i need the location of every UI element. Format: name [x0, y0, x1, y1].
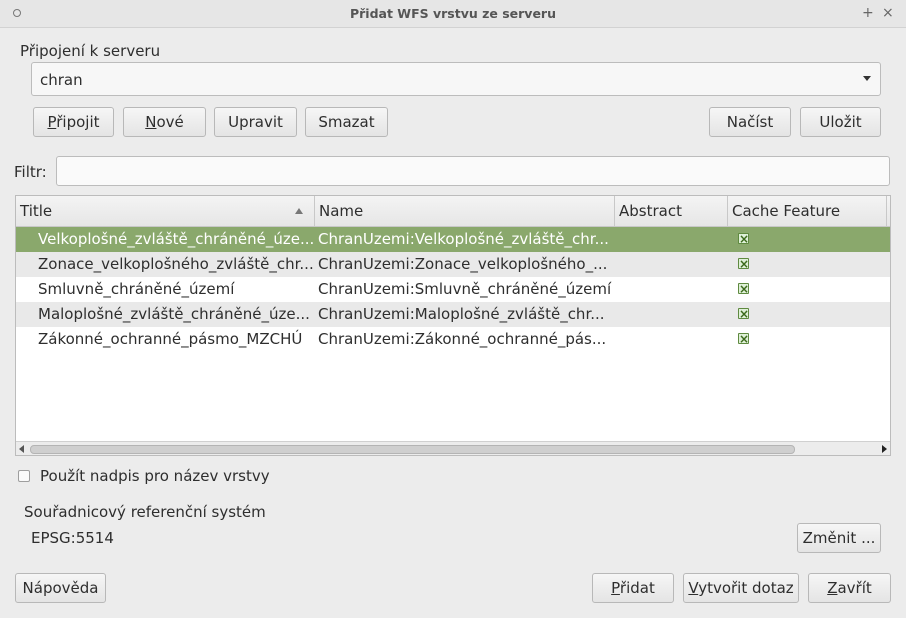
connect-button[interactable]: Připojit [33, 107, 114, 137]
cell-name: ChranUzemi:Maloplošné_zvláště_chr... [318, 305, 605, 323]
title-bar: Přidat WFS vrstvu ze serveru + × [0, 0, 906, 28]
cache-feature-checkbox[interactable] [738, 277, 749, 302]
cell-title: Zákonné_ochranné_pásmo_MZCHÚ [38, 330, 303, 348]
close-button[interactable]: Zavřít [808, 573, 891, 603]
maximize-icon[interactable]: + [862, 5, 874, 21]
crs-label: Souřadnicový referenční systém [24, 503, 266, 521]
column-header-cache-feature[interactable]: Cache Feature [728, 196, 887, 226]
use-title-checkbox[interactable] [18, 470, 30, 482]
connection-select-value: chran [40, 71, 83, 89]
use-title-label[interactable]: Použít nadpis pro název vrstvy [40, 467, 270, 485]
chevron-down-icon [863, 76, 871, 81]
horizontal-scrollbar[interactable] [16, 441, 890, 455]
cell-name: ChranUzemi:Zákonné_ochranné_pás... [318, 330, 607, 348]
connection-label: Připojení k serveru [20, 42, 161, 60]
layers-table[interactable]: Title Name Abstract Cache Feature Velkop… [15, 195, 891, 456]
close-icon[interactable]: × [882, 5, 894, 21]
filter-label: Filtr: [14, 163, 47, 181]
cell-name: ChranUzemi:Smluvně_chráněné_území [318, 280, 612, 298]
cell-title: Maloplošné_zvláště_chráněné_úze... [38, 305, 310, 323]
cell-name: ChranUzemi:Velkoplošné_zvláště_chr... [318, 230, 609, 248]
add-button[interactable]: Přidat [592, 573, 674, 603]
table-row[interactable]: Zonace_velkoplošného_zvláště_chr... Chra… [16, 252, 890, 277]
load-connections-button[interactable]: Načíst [709, 107, 791, 137]
sort-ascending-icon [295, 208, 303, 214]
cache-feature-checkbox[interactable] [738, 252, 749, 277]
table-row[interactable]: Smluvně_chráněné_území ChranUzemi:Smluvn… [16, 277, 890, 302]
cell-name: ChranUzemi:Zonace_velkoplošného_... [318, 255, 608, 273]
scrollbar-thumb[interactable] [30, 445, 795, 454]
table-row[interactable]: Zákonné_ochranné_pásmo_MZCHÚ ChranUzemi:… [16, 327, 890, 352]
scroll-left-icon[interactable] [19, 445, 24, 453]
help-button[interactable]: Nápověda [15, 573, 106, 603]
cache-feature-checkbox[interactable] [738, 227, 749, 252]
cache-feature-checkbox[interactable] [738, 302, 749, 327]
change-crs-button[interactable]: Změnit ... [797, 523, 881, 553]
cell-title: Smluvně_chráněné_území [38, 280, 235, 298]
filter-input[interactable] [56, 156, 890, 186]
table-row[interactable]: Maloplošné_zvláště_chráněné_úze... Chran… [16, 302, 890, 327]
delete-connection-button[interactable]: Smazat [305, 107, 388, 137]
column-header-name[interactable]: Name [315, 196, 615, 226]
column-header-abstract[interactable]: Abstract [615, 196, 728, 226]
edit-connection-button[interactable]: Upravit [214, 107, 297, 137]
cell-title: Velkoplošné_zvláště_chráněné_úze... [38, 230, 314, 248]
build-query-button[interactable]: Vytvořit dotaz [683, 573, 799, 603]
window-title: Přidat WFS vrstvu ze serveru [349, 6, 556, 21]
scroll-right-icon[interactable] [882, 445, 887, 453]
table-header: Title Name Abstract Cache Feature [16, 196, 890, 227]
cell-title: Zonace_velkoplošného_zvláště_chr... [38, 255, 314, 273]
column-header-title[interactable]: Title [16, 196, 315, 226]
table-row[interactable]: Velkoplošné_zvláště_chráněné_úze... Chra… [16, 227, 890, 252]
crs-value: EPSG:5514 [31, 529, 114, 547]
new-connection-button[interactable]: Nové [123, 107, 206, 137]
cache-feature-checkbox[interactable] [738, 327, 749, 352]
connection-select[interactable]: chran [31, 62, 881, 96]
save-connections-button[interactable]: Uložit [800, 107, 881, 137]
